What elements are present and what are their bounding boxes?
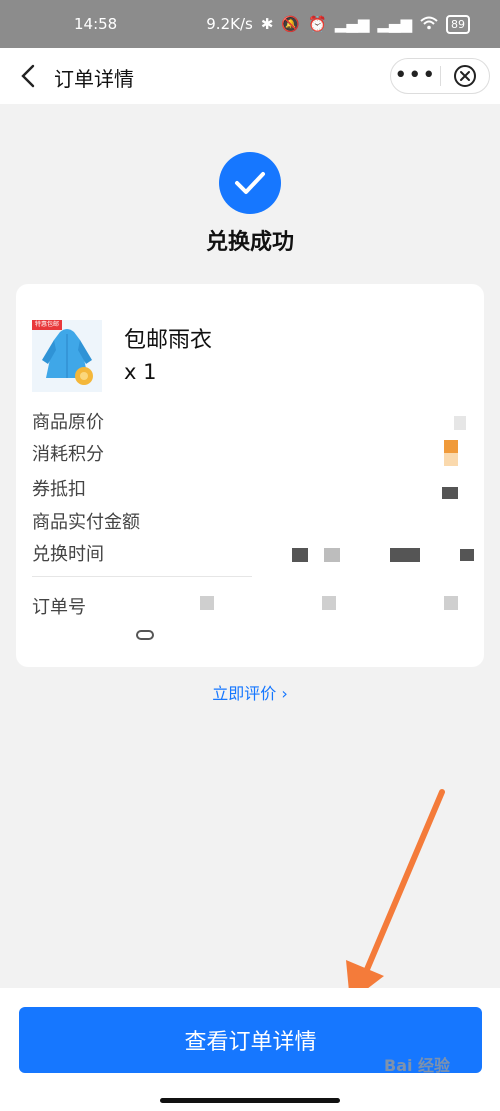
home-indicator bbox=[160, 1098, 340, 1103]
order-detail-page: 14:58 9.2K/s ✱ 🔕 ⏰ ▂▄▆ ▂▄▆ 89 订单详情 ••• 兑… bbox=[0, 0, 500, 1111]
view-order-details-label: 查看订单详情 bbox=[184, 1030, 317, 1055]
watermark: Bai 经验 bbox=[384, 1056, 451, 1075]
annotation-arrow bbox=[346, 789, 445, 1002]
